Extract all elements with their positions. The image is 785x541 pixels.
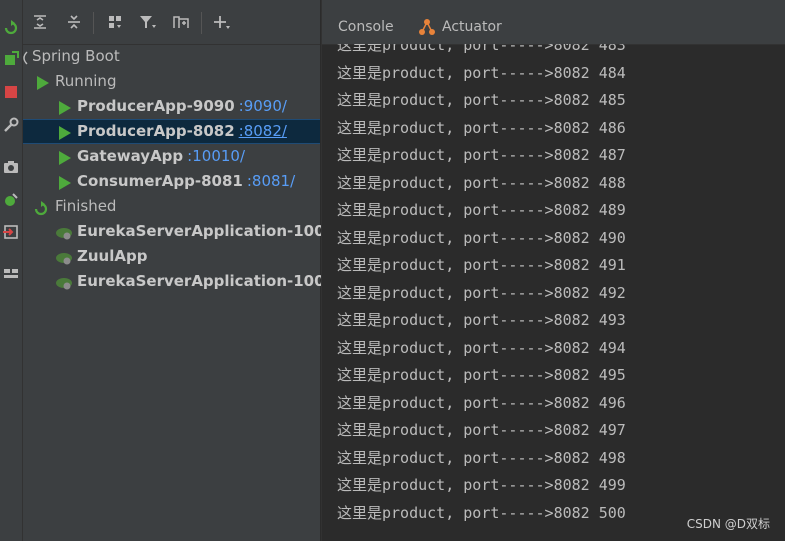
tab-actuator-label: Actuator	[442, 19, 502, 35]
console-line: 这里是product, port----->8082 485	[337, 91, 626, 109]
console-line: 这里是product, port----->8082 484	[337, 63, 626, 82]
console-line: 这里是product, port----->8082 487	[337, 146, 626, 164]
console-line: 这里是product, port----->8082 486	[337, 118, 626, 137]
tree-node-app[interactable]: ProducerApp-9090:9090/	[23, 94, 320, 119]
console-panel: Console Actuator 这里是product, port----->8…	[321, 0, 785, 541]
app-name: EurekaServerApplication-10086	[77, 272, 346, 290]
camera-icon[interactable]	[0, 156, 22, 178]
run-icon	[35, 74, 51, 90]
tree-node-label: Finished	[55, 197, 117, 215]
console-line: 这里是product, port----->8082 490	[337, 228, 626, 247]
expand-all-icon[interactable]	[28, 11, 52, 33]
tab-actuator[interactable]: Actuator	[418, 0, 502, 44]
app-port-link[interactable]: :10010/	[187, 147, 245, 165]
console-line: 这里是product, port----->8082 496	[337, 393, 626, 412]
run-icon	[57, 174, 73, 190]
toolbar-separator	[201, 12, 202, 34]
console-line: 这里是product, port----->8082 494	[337, 338, 626, 357]
tree-node-label: Running	[55, 72, 117, 90]
tool-strip	[0, 0, 23, 541]
tab-console[interactable]: Console	[338, 0, 394, 44]
spring-leaf-icon	[55, 249, 72, 265]
tree-node-finished[interactable]: Finished	[23, 194, 320, 219]
add-icon[interactable]	[210, 11, 234, 33]
app-name: ConsumerApp-8081	[77, 172, 243, 190]
layout-icon[interactable]	[0, 262, 22, 284]
console-line: 这里是product, port----->8082 500	[337, 503, 626, 522]
tree-node-app[interactable]: GatewayApp:10010/	[23, 144, 320, 169]
app-name: EurekaServerApplication-10087	[77, 222, 346, 240]
console-line: 这里是product, port----->8082 497	[337, 421, 626, 439]
tree-node-spring-boot[interactable]: Spring Boot	[23, 44, 320, 69]
tree-node-label: Spring Boot	[32, 47, 120, 65]
app-name: GatewayApp	[77, 147, 184, 165]
app-name: ProducerApp-9090	[77, 97, 235, 115]
collapse-all-icon[interactable]	[62, 11, 86, 33]
console-output[interactable]: 这里是product, port----->8082 483 这里是product…	[322, 44, 785, 541]
toolbar-separator	[93, 12, 94, 34]
console-line: 这里是product, port----->8082 493	[337, 311, 626, 329]
watermark: CSDN @D双标	[686, 517, 770, 531]
tab-bar: Console Actuator	[322, 0, 785, 45]
group-icon[interactable]	[103, 11, 127, 33]
tree-node-app[interactable]: EurekaServerApplication-10087	[23, 219, 345, 244]
console-line: 这里是product, port----->8082 488	[337, 173, 626, 192]
console-line: 这里是product, port----->8082 489	[337, 201, 626, 219]
tree-node-app[interactable]: ConsumerApp-8081:8081/	[23, 169, 320, 194]
wrench-icon[interactable]	[0, 114, 22, 136]
console-line: 这里是product, port----->8082 491	[337, 256, 626, 274]
console-line: 这里是product, port----->8082 499	[337, 476, 626, 494]
tree-node-app[interactable]: ZuulApp	[23, 244, 320, 269]
console-line: 这里是product, port----->8082 495	[337, 366, 626, 384]
console-line: 这里是product, port----->8082 483	[337, 44, 626, 54]
filter-icon[interactable]	[136, 11, 160, 33]
run-icon	[57, 149, 73, 165]
debug-icon[interactable]	[0, 189, 22, 211]
spring-leaf-icon	[55, 274, 72, 290]
spring-leaf-icon	[55, 224, 72, 240]
run-icon	[57, 99, 73, 115]
stop-icon[interactable]	[0, 81, 22, 103]
tree-toolbar	[23, 0, 320, 45]
app-name: ZuulApp	[77, 247, 148, 265]
tree-node-app[interactable]: EurekaServerApplication-10086	[23, 269, 345, 294]
tree-node-running[interactable]: Running	[23, 69, 320, 94]
new-folder-icon[interactable]	[169, 11, 193, 33]
run-icon	[57, 124, 73, 140]
app-port-link[interactable]: :8081/	[247, 172, 295, 190]
app-port-link[interactable]: :8082/	[239, 122, 287, 140]
actuator-icon	[418, 18, 436, 36]
app-name: ProducerApp-8082	[77, 122, 235, 140]
console-line: 这里是product, port----->8082 492	[337, 283, 626, 302]
rerun-icon[interactable]	[0, 17, 22, 39]
services-tree-panel: Spring Boot Running ProducerApp-9090:909…	[23, 0, 345, 541]
import-icon[interactable]	[0, 221, 22, 243]
console-line: 这里是product, port----->8082 498	[337, 448, 626, 467]
tree-node-app-selected[interactable]: ProducerApp-8082:8082/	[23, 119, 320, 144]
app-port-link[interactable]: :9090/	[239, 97, 287, 115]
finished-icon	[33, 199, 49, 216]
